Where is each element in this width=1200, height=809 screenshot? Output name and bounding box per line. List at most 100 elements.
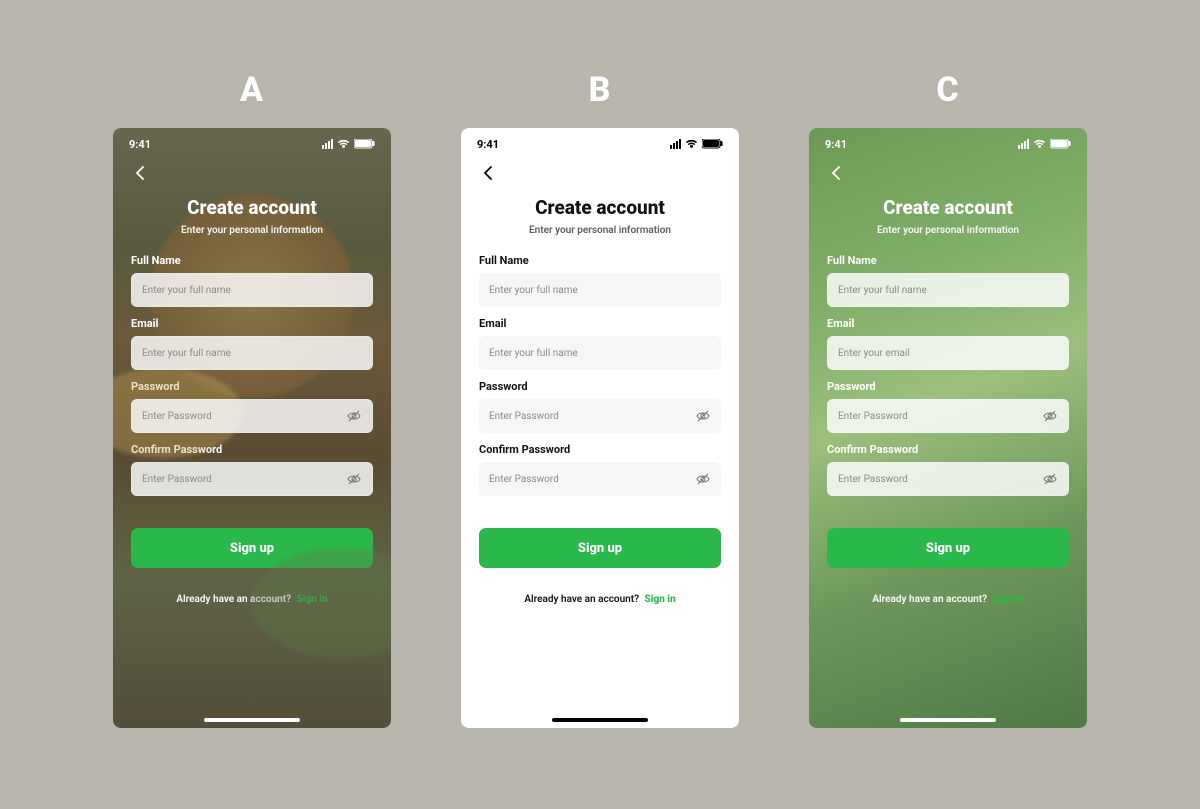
home-indicator [552,718,648,722]
signup-button[interactable]: Sign up [827,528,1069,568]
confirm-password-input[interactable]: Enter Password [131,462,373,496]
eye-off-icon [1043,472,1057,486]
field-confirm-password: Confirm Password Enter Password [479,443,721,496]
signup-button[interactable]: Sign up [131,528,373,568]
confirm-password-input[interactable]: Enter Password [827,462,1069,496]
nav-row [461,160,739,186]
statusbar: 9:41 [113,128,391,160]
password-input[interactable]: Enter Password [479,399,721,433]
eye-off-icon [1043,409,1057,423]
field-email: Email Enter your email [827,317,1069,370]
back-button[interactable] [129,162,151,184]
confirm-password-input[interactable]: Enter Password [479,462,721,496]
signup-form: Full Name Enter your full name Email Ent… [461,242,739,728]
design-comparison-stage: A 9:41 Create account Enter your persona… [0,0,1200,809]
input-placeholder: Enter your full name [142,348,231,359]
header: Create account Enter your personal infor… [113,186,391,242]
toggle-password-visibility[interactable] [346,408,362,424]
footer-text: Already have an account? Sign in [479,578,721,615]
signal-icon [322,139,333,149]
email-input[interactable]: Enter your full name [479,336,721,370]
input-placeholder: Enter Password [142,411,212,422]
footer-prefix: Already have an account? [872,594,987,605]
phone-mock-b: 9:41 Create account Enter your personal … [461,128,739,728]
signup-button-label: Sign up [578,541,622,556]
eye-off-icon [347,472,361,486]
page-subtitle: Enter your personal information [477,225,723,236]
toggle-password-visibility[interactable] [1042,408,1058,424]
eye-off-icon [696,472,710,486]
statusbar: 9:41 [461,128,739,160]
battery-icon [354,139,375,149]
full-name-input[interactable]: Enter your full name [131,273,373,307]
phone-mock-c: 9:41 Create account Enter your personal … [809,128,1087,728]
label-email: Email [479,317,721,330]
signup-form: Full Name Enter your full name Email Ent… [809,242,1087,728]
nav-row [113,160,391,186]
label-full-name: Full Name [131,254,373,267]
header: Create account Enter your personal infor… [461,186,739,242]
statusbar-time: 9:41 [825,138,847,151]
label-confirm-password: Confirm Password [827,443,1069,456]
footer-text: Already have an account? Sign in [827,578,1069,615]
label-password: Password [827,380,1069,393]
page-title: Create account [129,196,375,219]
toggle-confirm-password-visibility[interactable] [1042,471,1058,487]
field-password: Password Enter Password [131,380,373,433]
signin-link[interactable]: Sign in [297,594,328,605]
variant-b-column: B 9:41 Create account Enter your persona… [461,70,739,728]
input-placeholder: Enter Password [489,474,559,485]
input-placeholder: Enter Password [142,474,212,485]
email-input[interactable]: Enter your email [827,336,1069,370]
variant-b-label: B [589,70,612,110]
back-button[interactable] [825,162,847,184]
variant-a-label: A [240,70,264,110]
variant-c-label: C [936,70,959,110]
field-confirm-password: Confirm Password Enter Password [827,443,1069,496]
field-full-name: Full Name Enter your full name [131,254,373,307]
field-full-name: Full Name Enter your full name [479,254,721,307]
chevron-left-icon [483,166,493,180]
label-email: Email [131,317,373,330]
password-input[interactable]: Enter Password [827,399,1069,433]
signup-button-label: Sign up [230,541,274,556]
input-placeholder: Enter your email [838,348,910,359]
signin-link[interactable]: Sign in [645,594,676,605]
label-password: Password [131,380,373,393]
input-placeholder: Enter your full name [838,285,927,296]
statusbar-icons [322,139,375,149]
label-confirm-password: Confirm Password [479,443,721,456]
signal-icon [670,139,681,149]
toggle-confirm-password-visibility[interactable] [695,471,711,487]
field-full-name: Full Name Enter your full name [827,254,1069,307]
home-indicator [204,718,300,722]
nav-row [809,160,1087,186]
statusbar-icons [1018,139,1071,149]
input-placeholder: Enter Password [489,411,559,422]
label-email: Email [827,317,1069,330]
input-placeholder: Enter your full name [489,348,578,359]
input-placeholder: Enter your full name [142,285,231,296]
signup-form: Full Name Enter your full name Email Ent… [113,242,391,728]
input-placeholder: Enter your full name [489,285,578,296]
wifi-icon [686,139,697,149]
field-email: Email Enter your full name [479,317,721,370]
battery-icon [1050,139,1071,149]
signal-icon [1018,139,1029,149]
signup-button[interactable]: Sign up [479,528,721,568]
eye-off-icon [347,409,361,423]
back-button[interactable] [477,162,499,184]
battery-icon [702,139,723,149]
label-confirm-password: Confirm Password [131,443,373,456]
footer-prefix: Already have an account? [524,594,639,605]
statusbar-icons [670,139,723,149]
field-email: Email Enter your full name [131,317,373,370]
full-name-input[interactable]: Enter your full name [479,273,721,307]
email-input[interactable]: Enter your full name [131,336,373,370]
toggle-confirm-password-visibility[interactable] [346,471,362,487]
label-full-name: Full Name [479,254,721,267]
password-input[interactable]: Enter Password [131,399,373,433]
signin-link[interactable]: Sign in [993,594,1024,605]
full-name-input[interactable]: Enter your full name [827,273,1069,307]
toggle-password-visibility[interactable] [695,408,711,424]
